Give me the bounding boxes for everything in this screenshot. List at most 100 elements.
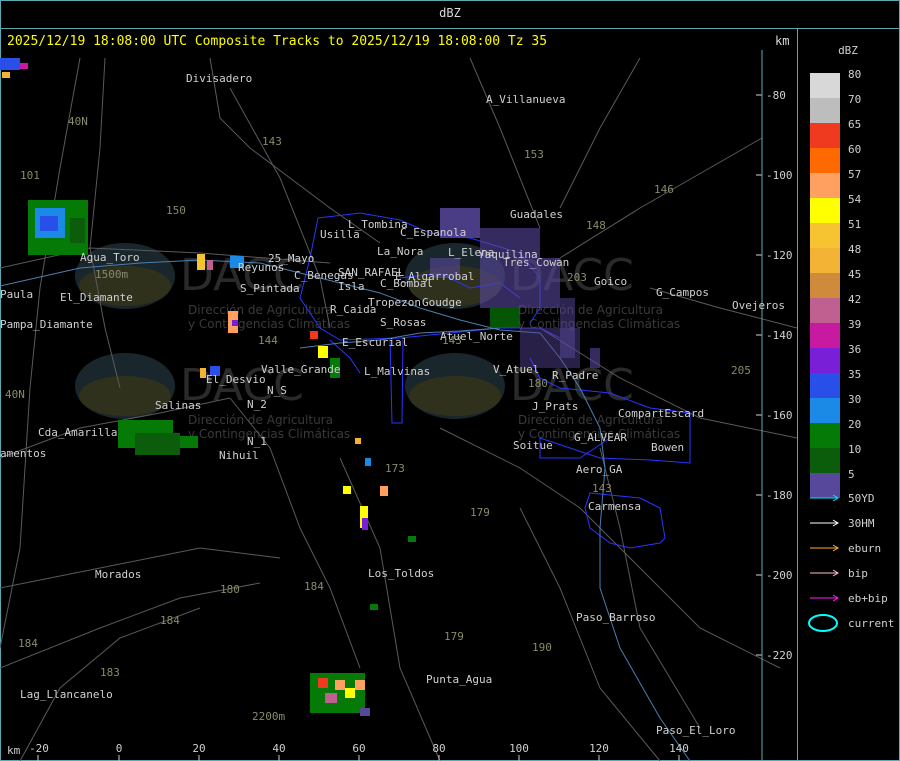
y-tick-label: -220 [766, 649, 793, 662]
route-number: 143 [442, 334, 462, 347]
elevation-label: 2200m [252, 710, 285, 723]
radar-map[interactable]: DACC Dirección de Agricultura y Continge… [0, 28, 797, 761]
y-tick-label: -120 [766, 249, 793, 262]
place-label-usilla: Usilla [320, 228, 360, 241]
km-axis-label-top: km [775, 34, 790, 48]
place-label-valle-grande: Valle_Grande [261, 363, 340, 376]
current-label: current [848, 617, 894, 630]
legend-swatch-57 [810, 173, 840, 198]
route-number: 148 [586, 219, 606, 232]
legend-value-39: 39 [848, 318, 861, 331]
track-label-30hm: 30HM [848, 517, 875, 530]
route-number: 146 [654, 183, 674, 196]
x-tick-label: 140 [669, 742, 689, 755]
legend-swatch-80 [810, 73, 840, 98]
route-number: 205 [731, 364, 751, 377]
place-label-los-toldos: Los_Toldos [368, 567, 434, 580]
place-label-paso-el-loro: Paso_El_Loro [656, 724, 735, 737]
place-label-s-pintada: S_Pintada [240, 282, 300, 295]
place-label-salinas: Salinas [155, 399, 201, 412]
place-label-agua-toro: Agua_Toro [80, 251, 140, 264]
route-number: 40N [68, 115, 88, 128]
route-number: 180 [220, 583, 240, 596]
legend-value-54: 54 [848, 193, 862, 206]
place-label-morados: Morados [95, 568, 141, 581]
place-label-goudge: Goudge [422, 296, 462, 309]
route-number: 40N [5, 388, 25, 401]
legend-swatch-54 [810, 198, 840, 223]
x-tick-label: 80 [432, 742, 445, 755]
place-label-ovejeros: Ovejeros [732, 299, 785, 312]
x-axis-label: km [7, 744, 21, 757]
legend-value-65: 65 [848, 118, 861, 131]
place-label-25-mayo: 25_Mayo [268, 252, 314, 265]
y-tick-label: -200 [766, 569, 793, 582]
place-label-e-escurial: E_Escurial [342, 336, 408, 349]
place-label-el-diamante: El_Diamante [60, 291, 133, 304]
legend-title: dBZ [838, 44, 858, 57]
place-label-r-caida: R_Caida [330, 303, 376, 316]
place-label-isla: Isla [338, 280, 365, 293]
current-ellipse-icon [808, 614, 838, 632]
place-label-aero-ga: Aero_GA [576, 463, 623, 476]
route-number: 190 [532, 641, 552, 654]
route-number: 184 [18, 637, 38, 650]
x-tick-label: 0 [116, 742, 123, 755]
legend-value-35: 35 [848, 368, 861, 381]
place-label-divisadero: Divisadero [186, 72, 252, 85]
watermark-line2-c: y Contingencias Climáticas [188, 427, 350, 441]
legend-value-60: 60 [848, 143, 861, 156]
route-number: 180 [528, 377, 548, 390]
place-label-c-espanola: C_Espanola [400, 226, 466, 239]
legend-swatch-42 [810, 298, 840, 323]
legend-value-30: 30 [848, 393, 861, 406]
legend-swatch-5 [810, 473, 840, 498]
legend-value-51: 51 [848, 218, 861, 231]
legend-swatch-35 [810, 373, 840, 398]
legend-value-10: 10 [848, 443, 861, 456]
legend-value-57: 57 [848, 168, 861, 181]
track-legend: 50YD 30HM eburn bip eb+bip [810, 492, 888, 605]
legend-swatch-39 [810, 323, 840, 348]
legend-value-5: 5 [848, 468, 855, 481]
route-number: 184 [160, 614, 180, 627]
place-label-bowen: Bowen [651, 441, 684, 454]
elevation-label: 1500m [95, 268, 128, 281]
place-label-n-1: N_1 [247, 435, 267, 448]
place-label-g-campos: G_Campos [656, 286, 709, 299]
place-label-n-2: N_2 [247, 398, 267, 411]
legend-swatch-65 [810, 123, 840, 148]
x-tick-label: 20 [192, 742, 205, 755]
legend-swatch-36 [810, 348, 840, 373]
place-label-g-alvear: G_ALVEAR [574, 431, 627, 444]
place-label-j-prats: J_Prats [532, 400, 578, 413]
track-label-50yd: 50YD [848, 492, 875, 505]
header-text: 2025/12/19 18:08:00 UTC Composite Tracks… [7, 34, 548, 49]
place-label-l-malvinas: L_Malvinas [364, 365, 430, 378]
place-label-amentos: amentos [0, 447, 46, 460]
watermark-line2-a: y Contingencias Climáticas [188, 317, 350, 331]
legend-swatch-70 [810, 98, 840, 123]
legend-value-36: 36 [848, 343, 861, 356]
place-label-s-rosas: S_Rosas [380, 316, 426, 329]
legend-value-42: 42 [848, 293, 861, 306]
place-label-la-nora: La_Nora [377, 245, 423, 258]
place-label-tres-cowan: Tres_Cowan [503, 256, 569, 269]
place-label-c-bombal: C_Bombal [380, 277, 433, 290]
route-number: 183 [100, 666, 120, 679]
x-tick-label: -20 [29, 742, 49, 755]
route-number: 143 [592, 482, 612, 495]
route-number: 150 [166, 204, 186, 217]
place-label-v-atuel: V_Atuel [493, 363, 539, 376]
y-tick-label: -160 [766, 409, 793, 422]
legend-value-70: 70 [848, 93, 861, 106]
y-tick-label: -180 [766, 489, 793, 502]
place-label-r-padre: R_Padre [552, 369, 598, 382]
x-tick-label: 40 [272, 742, 285, 755]
legend-swatch-48 [810, 248, 840, 273]
watermark-line1-c: Dirección de Agricultura [188, 413, 333, 427]
legend-swatch-51 [810, 223, 840, 248]
x-tick-label: 120 [589, 742, 609, 755]
x-tick-label: 100 [509, 742, 529, 755]
place-label-n-s: N_S [267, 384, 287, 397]
